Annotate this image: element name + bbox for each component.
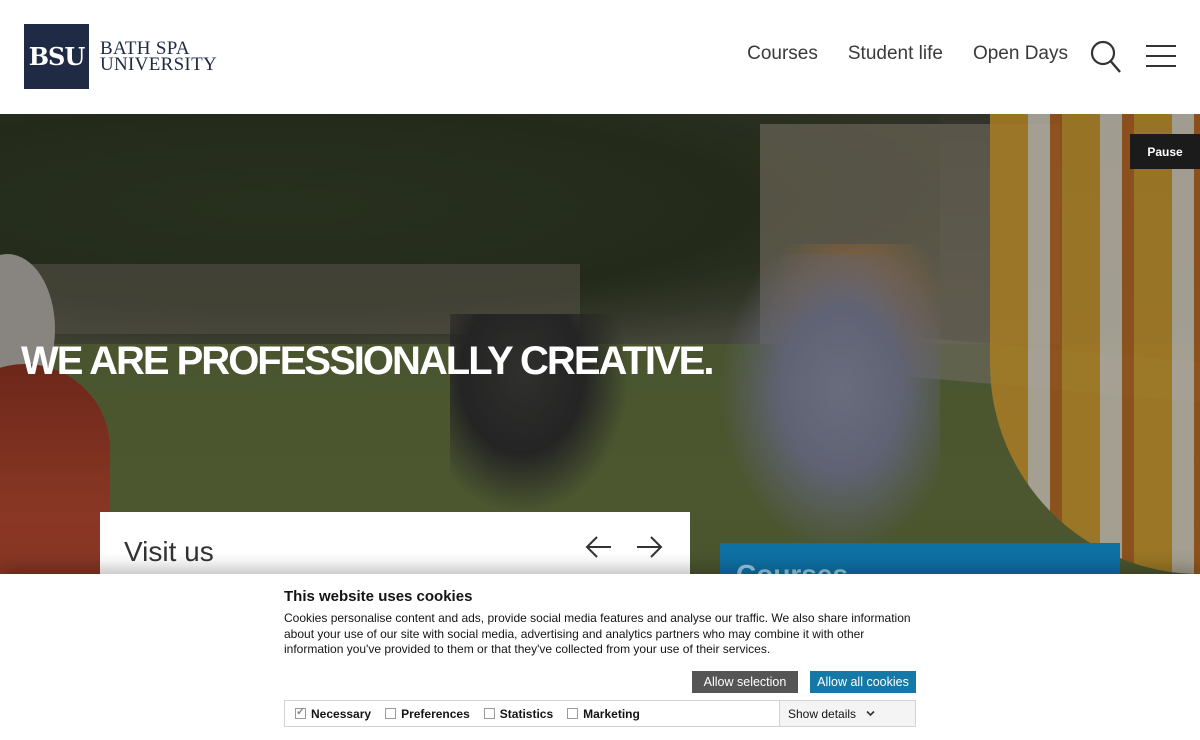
checkbox-marketing[interactable] [567,708,579,719]
hamburger-menu-icon[interactable] [1146,44,1176,68]
cookie-description: Cookies personalise content and ads, pro… [284,611,911,656]
cookie-title: This website uses cookies [284,588,473,605]
nav-open-days[interactable]: Open Days [973,43,1068,65]
checkbox-statistics[interactable] [483,708,495,719]
university-logo[interactable]: BSU BATH SPA UNIVERSITY [24,24,217,89]
nav-courses[interactable]: Courses [747,43,818,65]
cookie-banner: This website uses cookies Cookies person… [0,574,1200,740]
arrow-right-icon[interactable] [634,532,664,562]
show-details-label: Show details [788,706,857,721]
option-statistics[interactable]: Statistics [483,706,554,721]
visit-us-title: Visit us [124,536,214,567]
main-nav: Courses Student life Open Days [747,43,1068,65]
hero-title: WE ARE PROFESSIONALLY CREATIVE. [21,339,714,383]
logo-mark: BSU [24,24,89,89]
chevron-down-icon [866,710,875,717]
logo-wordmark: BATH SPA UNIVERSITY [100,39,217,75]
option-statistics-label: Statistics [499,706,554,721]
show-details-button[interactable]: Show details [779,701,915,726]
logo-line2: UNIVERSITY [100,53,217,75]
option-necessary-label: Necessary [311,706,372,721]
checkbox-preferences[interactable] [385,708,397,719]
nav-student-life[interactable]: Student life [848,43,943,65]
arrow-left-icon[interactable] [584,532,614,562]
option-preferences[interactable]: Preferences [385,707,470,721]
option-preferences-label: Preferences [401,706,470,721]
checkbox-necessary[interactable] [295,705,306,719]
visit-us-card[interactable]: Visit us [100,512,690,582]
option-marketing-label: Marketing [583,706,640,721]
allow-selection-button[interactable]: Allow selection [692,671,798,693]
site-header: BSU BATH SPA UNIVERSITY Courses Student … [0,0,1200,114]
search-icon[interactable] [1090,40,1122,74]
cookie-options-bar: Necessary Preferences Statistics Marketi… [284,700,916,727]
pause-button[interactable]: Pause [1130,134,1200,169]
option-necessary[interactable]: Necessary [295,705,372,721]
option-marketing[interactable]: Marketing [567,707,640,721]
allow-all-cookies-button[interactable]: Allow all cookies [810,671,916,693]
